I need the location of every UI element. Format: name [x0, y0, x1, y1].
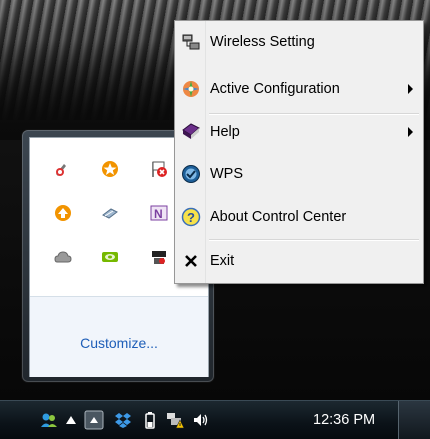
customize-link[interactable]: Customize...: [30, 335, 208, 351]
svg-text:?: ?: [187, 210, 195, 225]
control-center-context-menu: Wireless Setting Active Configuration He…: [174, 20, 424, 284]
menu-item-label: Wireless Setting: [210, 34, 315, 50]
orange-arrow-icon[interactable]: [54, 204, 72, 222]
configuration-icon: [180, 78, 202, 100]
cloud-icon[interactable]: [54, 248, 72, 266]
battery-icon[interactable]: [141, 411, 159, 429]
svg-text:N: N: [154, 207, 163, 221]
network-cable-icon[interactable]: [101, 204, 119, 222]
menu-item-label: Active Configuration: [210, 81, 340, 97]
menu-item-label: Help: [210, 124, 240, 140]
menu-item-label: About Control Center: [210, 209, 347, 225]
orange-star-icon[interactable]: [101, 160, 119, 178]
submenu-arrow-icon: [408, 127, 413, 137]
menu-item-label: Exit: [210, 253, 235, 269]
network-tool-icon[interactable]: [150, 248, 168, 266]
volume-icon[interactable]: [192, 411, 210, 429]
people-icon[interactable]: [40, 411, 58, 429]
onenote-icon[interactable]: N: [150, 204, 168, 222]
menu-item-wireless-setting[interactable]: Wireless Setting: [177, 24, 421, 60]
taskbar-clock[interactable]: 12:36 PM: [313, 412, 375, 428]
about-question-icon: ?: [180, 206, 202, 228]
menu-item-help[interactable]: Help: [177, 114, 421, 150]
submenu-arrow-icon: [408, 84, 413, 94]
menu-separator: [209, 239, 419, 241]
show-hidden-arrow-icon[interactable]: [62, 411, 80, 429]
menu-item-active-configuration[interactable]: Active Configuration: [177, 71, 421, 107]
menu-item-exit[interactable]: Exit: [177, 243, 421, 279]
menu-item-wps[interactable]: WPS: [177, 156, 421, 192]
network-app-icon[interactable]: [54, 160, 72, 178]
show-desktop-button[interactable]: [398, 401, 430, 439]
wireless-network-icon: [180, 31, 202, 53]
taskbar: 12:36 PM: [0, 400, 430, 439]
flag-error-icon[interactable]: [150, 160, 168, 178]
network-warning-icon[interactable]: [166, 411, 184, 429]
nvidia-icon[interactable]: [101, 248, 119, 266]
action-center-icon[interactable]: [84, 409, 104, 431]
wps-icon: [180, 163, 202, 185]
help-book-icon: [180, 121, 202, 143]
menu-item-about-control-center[interactable]: ? About Control Center: [177, 199, 421, 235]
dropbox-icon[interactable]: [114, 411, 132, 429]
exit-x-icon: [180, 250, 202, 272]
menu-item-label: WPS: [210, 166, 244, 182]
